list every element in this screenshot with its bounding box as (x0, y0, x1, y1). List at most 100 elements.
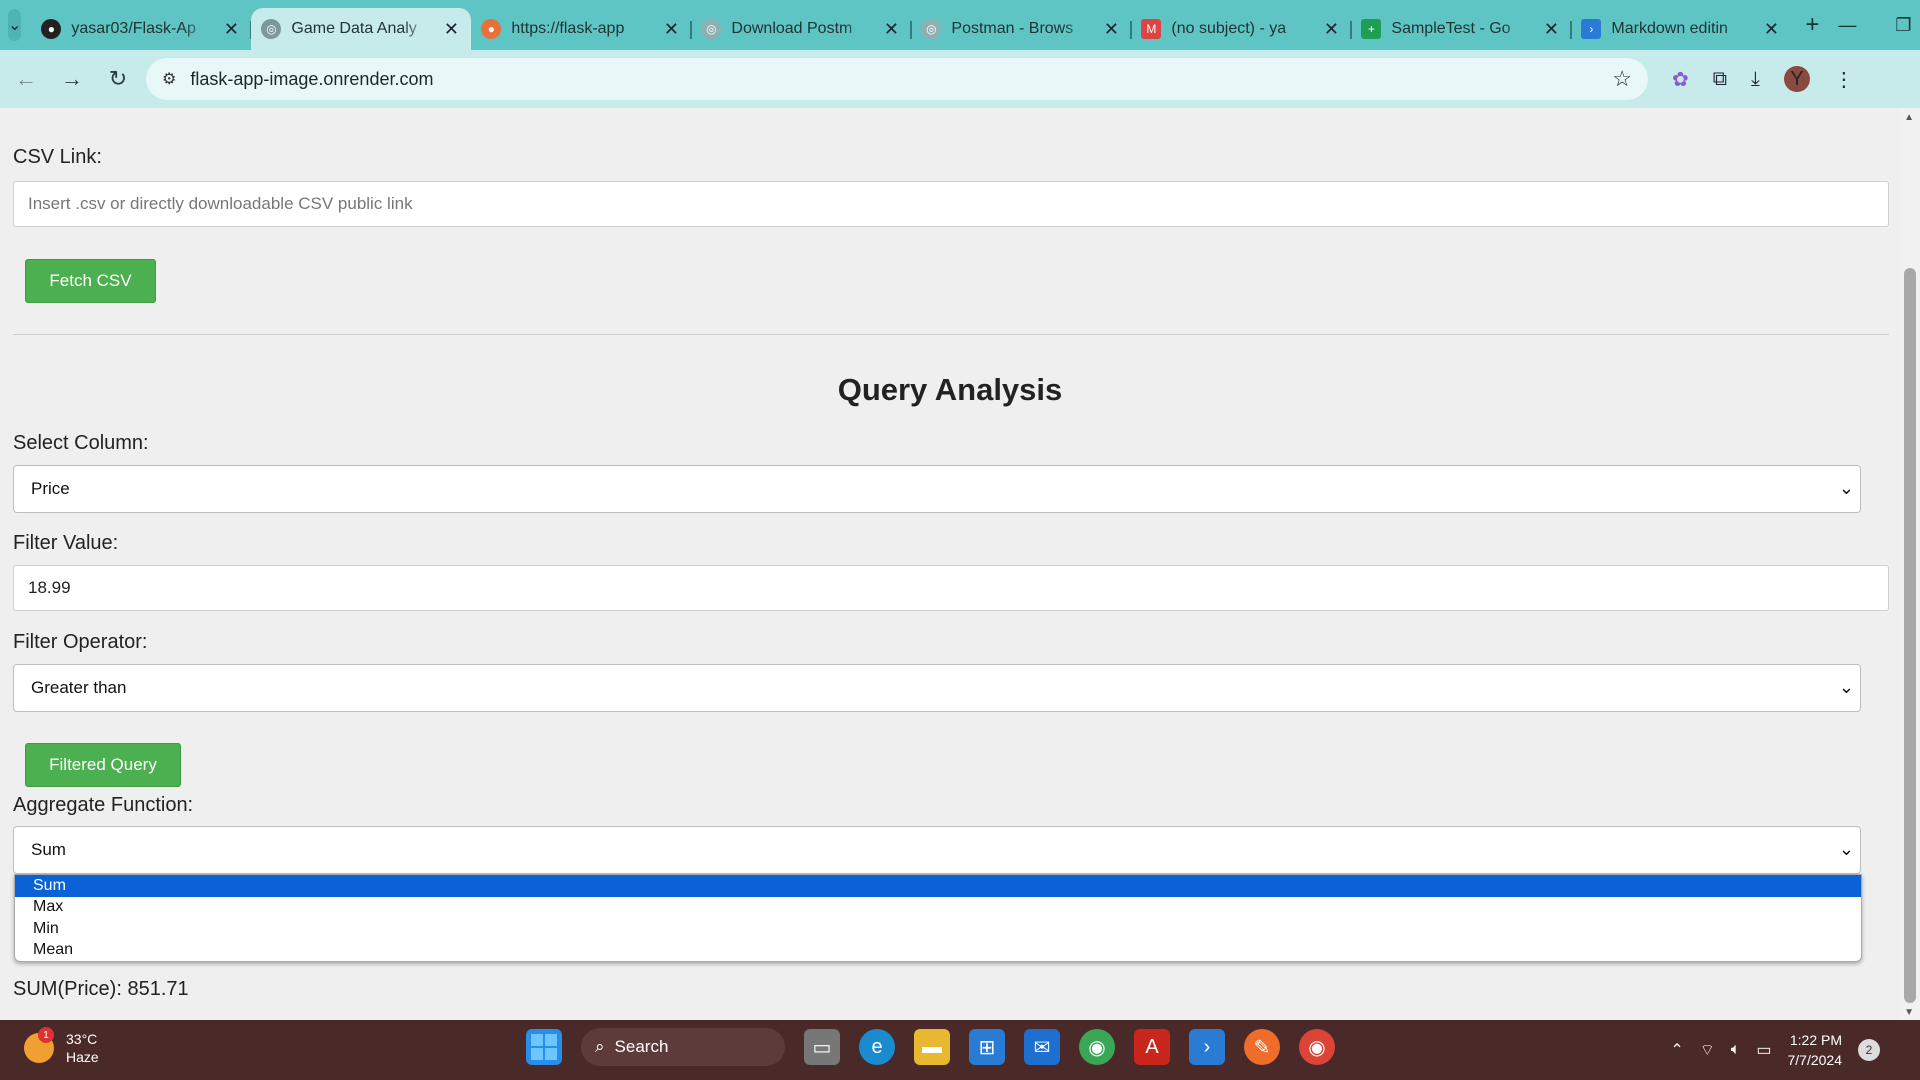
scroll-up-icon[interactable]: ▲ (1904, 112, 1914, 123)
csv-link-input[interactable]: Insert .csv or directly downloadable CSV… (13, 181, 1889, 227)
battery-icon[interactable]: ▭ (1756, 1040, 1771, 1060)
tab-github[interactable]: ● yasar03/Flask-Ap ✕ (31, 9, 253, 49)
filter-value-label: Filter Value: (13, 532, 119, 554)
new-tab-button[interactable]: + (1805, 11, 1819, 39)
filter-operator-dropdown[interactable]: Greater than ⌄ (13, 664, 1861, 712)
site-settings-icon[interactable]: ⚙ (162, 69, 176, 89)
tab-label: https://flask-app (511, 20, 625, 37)
taskbar-search[interactable]: ⌕ Search (581, 1028, 785, 1066)
globe-icon: ◎ (261, 19, 282, 39)
back-arrow-icon[interactable]: ← (6, 66, 46, 92)
address-bar[interactable]: ⚙ flask-app-image.onrender.com ☆ (146, 58, 1648, 100)
filter-operator-value: Greater than (31, 678, 127, 697)
file-explorer-icon[interactable]: ▬ (914, 1029, 950, 1065)
scrollbar-thumb[interactable] (1904, 268, 1916, 1003)
section-title: Query Analysis (837, 372, 1063, 407)
render-icon: ● (481, 19, 502, 39)
close-tab-icon[interactable]: ✕ (1761, 19, 1781, 40)
volume-icon[interactable]: 🔈︎ (1731, 1041, 1741, 1059)
fetch-csv-button[interactable]: Fetch CSV (25, 259, 156, 303)
toolbar-actions: ✿ ⧉ ⤓ Y ⋮ (1672, 66, 1854, 92)
reload-icon[interactable]: ↻ (98, 66, 138, 92)
system-tray: ⌃ ⌔ 🔈︎ ▭ 1:22 PM 7/7/2024 2 (1670, 1030, 1880, 1070)
tab-sheets[interactable]: + SampleTest - Go ✕ (1351, 9, 1573, 49)
weather-sun-icon: 1 (24, 1027, 54, 1063)
close-tab-icon[interactable]: ✕ (1101, 19, 1121, 40)
clock-time: 1:22 PM (1789, 1032, 1842, 1048)
tab-label: Postman - Brows (951, 20, 1074, 37)
tab-search-button[interactable]: ⌄ (8, 9, 22, 41)
scrollbar[interactable]: ▲ ▼ (1900, 108, 1920, 1020)
tab-label: yasar03/Flask-Ap (71, 20, 196, 37)
option-max[interactable]: Max (15, 897, 1861, 919)
minimize-icon[interactable]: — (1819, 15, 1875, 36)
gmail-icon: M (1141, 19, 1162, 39)
browser-toolbar: ← → ↻ ⚙ flask-app-image.onrender.com ☆ ✿… (0, 50, 1920, 108)
extensions-puzzle-icon[interactable]: ⧉ (1713, 68, 1727, 91)
task-view-icon[interactable]: ▭ (804, 1029, 840, 1065)
postman-app-icon[interactable]: ✎ (1244, 1029, 1280, 1065)
close-tab-icon[interactable]: ✕ (1541, 19, 1561, 40)
tab-download-postman[interactable]: ◎ Download Postm ✕ (691, 9, 913, 49)
vscode-icon: › (1581, 19, 1602, 39)
close-tab-icon[interactable]: ✕ (441, 19, 461, 40)
extension-colorful-icon[interactable]: ✿ (1672, 67, 1689, 92)
filtered-query-button[interactable]: Filtered Query (25, 743, 181, 787)
close-tab-icon[interactable]: ✕ (661, 19, 681, 40)
option-min[interactable]: Min (15, 918, 1861, 940)
taskbar-apps: ⌕ Search ▭ e ▬ ⊞ ✉ ◉ A › ✎ ◉ (526, 1028, 1335, 1066)
chevron-down-icon: ⌄ (1838, 677, 1854, 697)
vscode-icon[interactable]: › (1189, 1029, 1225, 1065)
option-sum[interactable]: Sum (15, 875, 1861, 897)
forward-arrow-icon[interactable]: → (52, 66, 92, 92)
chevron-down-icon: ⌄ (1838, 478, 1854, 498)
wifi-icon[interactable]: ⌔ (1700, 1040, 1715, 1060)
aggregate-function-dropdown[interactable]: Sum ⌄ (13, 826, 1861, 874)
download-icon[interactable]: ⤓ (1751, 68, 1760, 91)
profile-avatar[interactable]: Y (1783, 66, 1810, 92)
bookmark-star-icon[interactable]: ☆ (1612, 66, 1632, 92)
search-label: Search (614, 1037, 669, 1056)
url-text[interactable]: flask-app-image.onrender.com (190, 69, 1598, 90)
tab-gmail[interactable]: M (no subject) - ya ✕ (1131, 9, 1353, 49)
close-tab-icon[interactable]: ✕ (221, 19, 241, 40)
close-tab-icon[interactable]: ✕ (881, 19, 901, 40)
chrome-icon[interactable]: ◉ (1079, 1029, 1115, 1065)
tab-game-data[interactable]: ◎ Game Data Analy ✕ (251, 8, 472, 50)
postman-icon: ◎ (921, 19, 942, 39)
tab-label: Game Data Analy (291, 20, 417, 37)
restore-icon[interactable]: ❐ (1875, 15, 1920, 36)
windows-logo-icon (531, 1034, 557, 1060)
chevron-up-icon[interactable]: ⌃ (1670, 1040, 1683, 1060)
scroll-down-icon[interactable]: ▼ (1904, 1007, 1914, 1018)
filter-operator-label: Filter Operator: (13, 631, 148, 653)
window-controls: — ❐ ✕ (1819, 15, 1920, 36)
tab-postman-browser[interactable]: ◎ Postman - Brows ✕ (911, 9, 1133, 49)
tab-render[interactable]: ● https://flask-app ✕ (471, 9, 693, 49)
aggregate-function-label: Aggregate Function: (13, 794, 194, 816)
menu-dots-icon[interactable]: ⋮ (1834, 67, 1854, 92)
query-result: SUM(Price): 851.71 (13, 978, 189, 1000)
option-mean[interactable]: Mean (15, 940, 1861, 962)
tab-markdown[interactable]: › Markdown editin ✕ (1571, 9, 1791, 49)
weather-description: Haze (66, 1049, 99, 1065)
tab-label: Markdown editin (1611, 20, 1728, 37)
windows-start-icon[interactable] (526, 1029, 562, 1065)
tab-label: SampleTest - Go (1391, 20, 1511, 37)
weather-widget[interactable]: 1 33°C Haze (24, 1027, 99, 1066)
edge-icon[interactable]: e (859, 1029, 895, 1065)
mail-icon[interactable]: ✉ (1024, 1029, 1060, 1065)
clock-date: 7/7/2024 (1787, 1052, 1843, 1068)
select-column-dropdown[interactable]: Price ⌄ (13, 465, 1861, 513)
search-icon: ⌕ (595, 1037, 605, 1056)
clock[interactable]: 1:22 PM 7/7/2024 (1788, 1030, 1843, 1070)
chrome-profile-icon[interactable]: ◉ (1299, 1029, 1335, 1065)
close-tab-icon[interactable]: ✕ (1321, 19, 1341, 40)
sheets-icon: + (1361, 19, 1382, 39)
acrobat-icon[interactable]: A (1134, 1029, 1170, 1065)
microsoft-store-icon[interactable]: ⊞ (969, 1029, 1005, 1065)
filter-value-input[interactable]: 18.99 (13, 565, 1889, 611)
tab-label: (no subject) - ya (1171, 20, 1287, 37)
divider (13, 334, 1889, 335)
notification-badge[interactable]: 2 (1858, 1039, 1880, 1061)
